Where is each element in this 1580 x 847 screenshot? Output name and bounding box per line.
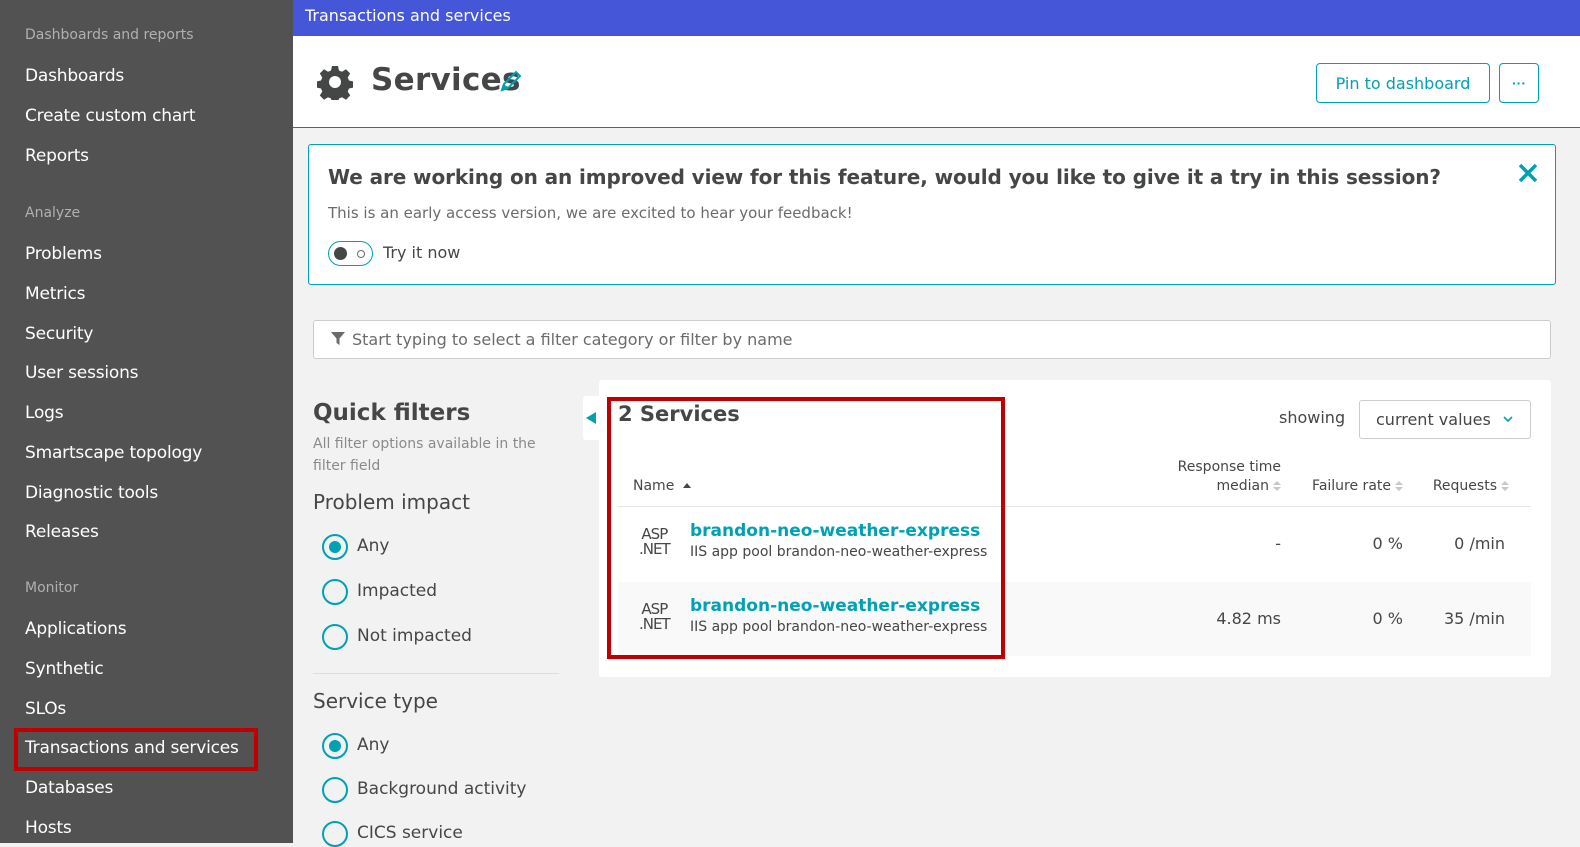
- radio-service-background[interactable]: [322, 777, 348, 803]
- sidebar-item-slos[interactable]: SLOs: [25, 699, 66, 719]
- radio-label: Not impacted: [357, 626, 472, 646]
- divider: [313, 673, 559, 674]
- sidebar-item-create-custom-chart[interactable]: Create custom chart: [25, 106, 195, 126]
- sidebar-item-metrics[interactable]: Metrics: [25, 284, 86, 304]
- column-header-requests[interactable]: Requests: [1419, 477, 1509, 496]
- problem-impact-title: Problem impact: [313, 490, 470, 514]
- showing-select-value: current values: [1376, 410, 1491, 429]
- breadcrumb-bar: Transactions and services: [293, 0, 1580, 36]
- sidebar-item-dashboards[interactable]: Dashboards: [25, 66, 124, 86]
- toggle-knob: [334, 247, 347, 260]
- try-it-now-toggle[interactable]: [328, 241, 373, 266]
- filter-input[interactable]: [352, 321, 1532, 358]
- sidebar-section-monitor: Monitor: [25, 580, 79, 596]
- close-icon[interactable]: [1516, 161, 1540, 185]
- toggle-label: Try it now: [383, 243, 461, 262]
- sidebar-item-hosts[interactable]: Hosts: [25, 818, 72, 838]
- requests-value: 0 /min: [1454, 534, 1505, 553]
- sidebar-item-logs[interactable]: Logs: [25, 403, 64, 423]
- banner-title: We are working on an improved view for t…: [328, 165, 1441, 189]
- radio-label: Any: [357, 536, 390, 556]
- quick-filters-subtitle: All filter options available in the filt…: [313, 436, 536, 474]
- quick-filters-title: Quick filters: [313, 400, 471, 426]
- sidebar-item-smartscape-topology[interactable]: Smartscape topology: [25, 443, 202, 463]
- radio-label: Impacted: [357, 581, 438, 601]
- column-response-label-2: median: [1216, 478, 1269, 494]
- sidebar-item-databases[interactable]: Databases: [25, 778, 113, 798]
- service-type-title: Service type: [313, 689, 438, 713]
- early-access-banner: We are working on an improved view for t…: [308, 144, 1556, 285]
- sidebar: Dashboards and reports Dashboards Create…: [0, 0, 293, 843]
- response-time-value: -: [1275, 534, 1281, 553]
- sidebar-item-user-sessions[interactable]: User sessions: [25, 363, 139, 383]
- sidebar-item-synthetic[interactable]: Synthetic: [25, 659, 104, 679]
- sidebar-item-diagnostic-tools[interactable]: Diagnostic tools: [25, 483, 158, 503]
- radio-service-any[interactable]: [322, 733, 348, 759]
- chevron-down-icon: [1503, 416, 1513, 423]
- sidebar-item-applications[interactable]: Applications: [25, 619, 127, 639]
- toggle-off-indicator: [357, 250, 365, 258]
- radio-problem-any[interactable]: [322, 534, 348, 560]
- radio-label: Any: [357, 735, 390, 755]
- annotation-highlight-box: [607, 397, 1005, 659]
- pin-to-dashboard-button[interactable]: Pin to dashboard: [1316, 63, 1490, 103]
- sidebar-item-releases[interactable]: Releases: [25, 522, 99, 542]
- column-header-response-time[interactable]: Response time median: [1159, 458, 1281, 496]
- column-header-failure-rate[interactable]: Failure rate: [1299, 477, 1403, 496]
- column-response-label-1: Response time: [1177, 459, 1281, 475]
- sidebar-active-highlight: [14, 728, 258, 771]
- radio-label: Background activity: [357, 779, 527, 799]
- radio-problem-not-impacted[interactable]: [322, 624, 348, 650]
- requests-value: 35 /min: [1443, 609, 1505, 628]
- sidebar-section-analyze: Analyze: [25, 205, 81, 221]
- sidebar-item-reports[interactable]: Reports: [25, 146, 89, 166]
- failure-rate-value: 0 %: [1372, 609, 1403, 628]
- more-options-button[interactable]: ···: [1499, 63, 1539, 103]
- column-requests-label: Requests: [1432, 478, 1497, 494]
- pencil-icon[interactable]: [498, 70, 522, 94]
- radio-service-cics[interactable]: [322, 821, 348, 847]
- filter-icon: [331, 332, 345, 345]
- radio-label: CICS service: [357, 823, 463, 843]
- banner-subtitle: This is an early access version, we are …: [328, 204, 853, 222]
- sort-icon: [1273, 481, 1281, 491]
- failure-rate-value: 0 %: [1372, 534, 1403, 553]
- collapse-filters-button[interactable]: [583, 396, 600, 440]
- filter-bar: [313, 320, 1551, 359]
- sort-icon: [1501, 481, 1509, 491]
- sidebar-section-dashboards: Dashboards and reports: [25, 27, 194, 43]
- sidebar-item-security[interactable]: Security: [25, 324, 93, 344]
- response-time-value: 4.82 ms: [1216, 609, 1281, 628]
- sort-icon: [1395, 481, 1403, 491]
- page-header: Services Pin to dashboard ···: [293, 36, 1580, 128]
- breadcrumb[interactable]: Transactions and services: [305, 6, 511, 25]
- sidebar-item-problems[interactable]: Problems: [25, 244, 102, 264]
- showing-select[interactable]: current values: [1359, 400, 1531, 439]
- radio-problem-impacted[interactable]: [322, 579, 348, 605]
- gear-icon: [317, 66, 353, 100]
- column-failure-label: Failure rate: [1312, 478, 1391, 494]
- showing-label: showing: [1279, 408, 1346, 427]
